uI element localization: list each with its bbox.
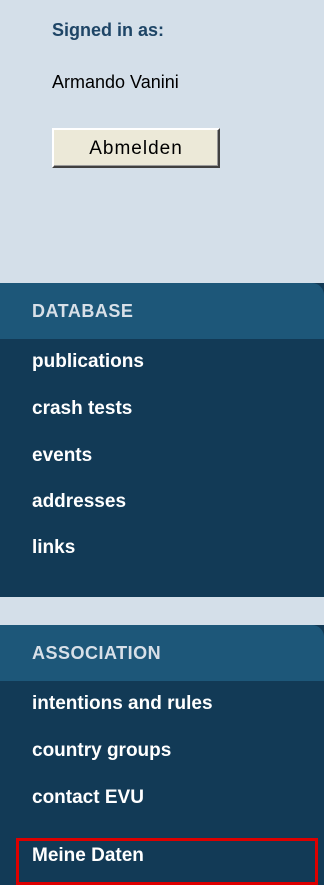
association-header: ASSOCIATION bbox=[0, 625, 324, 681]
database-header: DATABASE bbox=[0, 283, 324, 339]
database-panel: DATABASE publications crash tests events… bbox=[0, 283, 324, 597]
nav-link-crash-tests[interactable]: crash tests bbox=[32, 398, 132, 420]
logout-button[interactable]: Abmelden bbox=[52, 128, 220, 168]
signin-section: Signed in as: Armando Vanini Abmelden bbox=[0, 0, 324, 283]
nav-link-country-groups[interactable]: country groups bbox=[32, 740, 171, 762]
highlight-frame bbox=[16, 838, 318, 885]
signed-in-label: Signed in as: bbox=[52, 20, 165, 40]
nav-link-addresses[interactable]: addresses bbox=[32, 491, 126, 513]
nav-link-contact-evu[interactable]: contact EVU bbox=[32, 787, 144, 809]
nav-link-links[interactable]: links bbox=[32, 537, 75, 559]
signed-in-user-name: Armando Vanini bbox=[52, 72, 179, 92]
nav-link-events[interactable]: events bbox=[32, 445, 92, 467]
nav-link-publications[interactable]: publications bbox=[32, 351, 144, 373]
nav-link-intentions-and-rules[interactable]: intentions and rules bbox=[32, 693, 213, 715]
